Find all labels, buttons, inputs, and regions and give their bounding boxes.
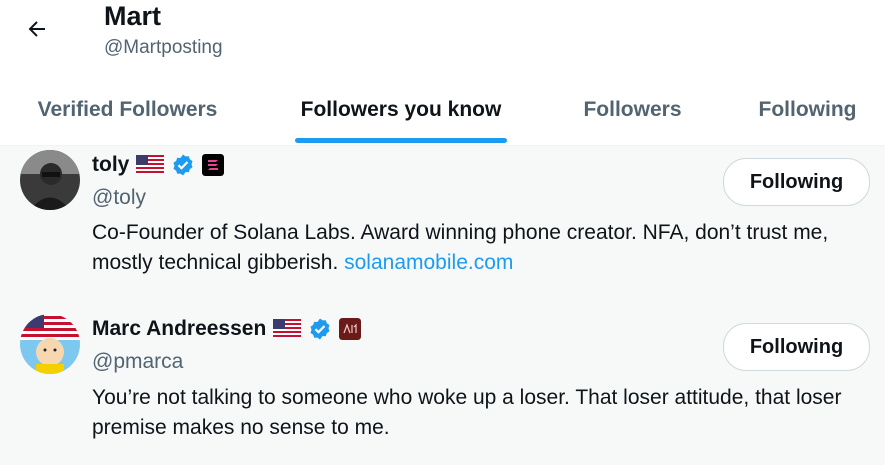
user-cell[interactable]: toly @toly Following Co-Founder of Solan…	[0, 146, 885, 296]
bio-link[interactable]: solanamobile.com	[344, 251, 513, 274]
tab-label: Followers you know	[300, 98, 502, 121]
user-cell[interactable]: Marc Andreessen @pmarca Following You’re…	[0, 296, 885, 465]
user-name[interactable]: Marc Andreessen	[92, 317, 266, 341]
tab-followers-you-know[interactable]: Followers you know	[280, 75, 522, 145]
profile-header: Mart @Martposting Verified Followers Fol…	[0, 0, 885, 147]
a16z-affiliate-icon[interactable]	[339, 318, 362, 340]
user-bio: You’re not talking to someone who woke u…	[92, 383, 882, 443]
tab-followers[interactable]: Followers	[560, 75, 705, 145]
user-handle[interactable]: @pmarca	[92, 350, 183, 374]
arrow-left-icon	[28, 21, 45, 37]
avatar[interactable]	[20, 314, 80, 374]
user-name[interactable]: toly	[92, 153, 129, 177]
avatar-image	[20, 150, 80, 210]
tab-label: Verified Followers	[37, 98, 218, 121]
avatar-image	[20, 314, 80, 374]
bio-text: You’re not talking to someone who woke u…	[92, 386, 842, 439]
user-name-line: toly	[92, 152, 225, 178]
following-button[interactable]: Following	[723, 158, 870, 206]
user-bio: Co-Founder of Solana Labs. Award winning…	[92, 218, 882, 278]
us-flag-icon	[273, 319, 302, 339]
tab-bar: Verified Followers Followers you know Fo…	[0, 75, 885, 146]
tab-following[interactable]: Following	[735, 75, 880, 145]
avatar[interactable]	[20, 150, 80, 210]
verified-badge-icon[interactable]	[308, 317, 332, 341]
page-title: Mart	[104, 1, 162, 31]
verified-badge-icon[interactable]	[171, 153, 195, 177]
active-tab-indicator	[295, 138, 507, 143]
page-handle: @Martposting	[104, 37, 223, 58]
tab-label: Followers	[583, 98, 682, 121]
back-button[interactable]	[20, 12, 54, 46]
us-flag-icon	[136, 155, 165, 175]
user-name-line: Marc Andreessen	[92, 316, 362, 342]
following-button[interactable]: Following	[723, 323, 870, 371]
tab-verified-followers[interactable]: Verified Followers	[0, 75, 255, 145]
solana-affiliate-icon[interactable]	[202, 154, 225, 176]
user-handle[interactable]: @toly	[92, 186, 146, 210]
tab-label: Following	[758, 98, 857, 121]
